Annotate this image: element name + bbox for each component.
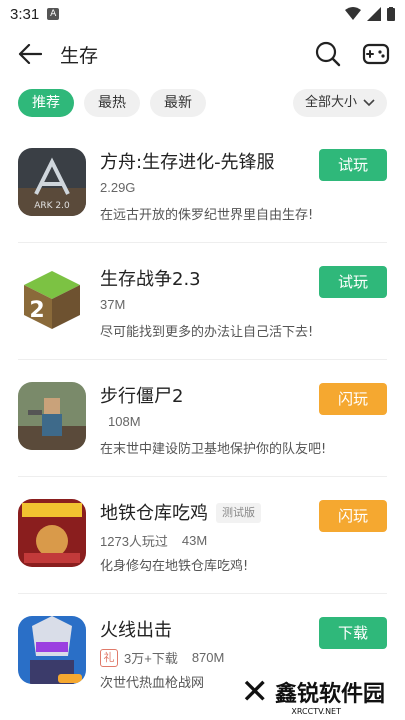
svg-text:2: 2 — [29, 298, 44, 323]
walking-zombie-icon — [18, 382, 86, 450]
game-meta: 1273人玩过 43M — [100, 533, 208, 549]
svg-text:ARK 2.0: ARK 2.0 — [34, 201, 70, 211]
status-time: 3:31 — [10, 5, 40, 23]
search-icon — [315, 41, 341, 67]
gift-badge: 礼 — [100, 648, 118, 667]
battery-icon — [387, 7, 395, 21]
game-meta: 108M — [108, 414, 141, 429]
download-button[interactable]: 下载 — [319, 617, 387, 649]
flash-play-button[interactable]: 闪玩 — [319, 383, 387, 415]
wifi-icon — [345, 7, 361, 20]
back-button[interactable] — [14, 38, 46, 70]
play-button[interactable]: 试玩 — [319, 149, 387, 181]
page-title: 生存 — [60, 44, 99, 67]
game-name: 火线出击 — [100, 620, 172, 641]
game-meta: 37M — [100, 297, 126, 312]
fire-strike-icon — [18, 616, 86, 684]
game-name: 步行僵尸2 — [100, 386, 184, 407]
list-item[interactable]: ARK 2.0 方舟:生存进化-先锋服 2.29G 在远古开放的侏罗纪世界里自由… — [18, 126, 387, 243]
notification-icon: A — [47, 8, 60, 20]
filter-chip-hot[interactable]: 最热 — [84, 89, 140, 117]
header-actions — [313, 39, 391, 69]
ark-icon: ARK 2.0 — [18, 148, 86, 216]
arrow-left-icon — [18, 44, 42, 64]
game-meta: 2.29G — [100, 180, 136, 195]
game-desc: 次世代热血枪战网 — [100, 676, 205, 691]
game-desc: 在远古开放的侏罗纪世界里自由生存! — [100, 208, 314, 223]
beta-tag: 测试版 — [216, 503, 261, 523]
play-button[interactable]: 试玩 — [319, 266, 387, 298]
flash-play-button[interactable]: 闪玩 — [319, 500, 387, 532]
game-desc: 化身修勾在地铁仓库吃鸡! — [100, 559, 249, 574]
x-logo-icon: ✕ — [240, 672, 269, 712]
game-list: ARK 2.0 方舟:生存进化-先锋服 2.29G 在远古开放的侏罗纪世界里自由… — [0, 126, 405, 711]
game-name: 方舟:生存进化-先锋服 — [100, 152, 275, 173]
filter-chip-new[interactable]: 最新 — [150, 89, 206, 117]
filter-bar: 推荐 最热 最新 全部大小 — [0, 88, 405, 118]
gamepad-icon — [362, 43, 390, 65]
watermark-subtext: XRCCTV.NET — [291, 707, 341, 716]
game-meta: 礼 3万+下载 870M — [100, 648, 224, 667]
watermark-text: 鑫锐软件园 — [274, 682, 385, 707]
gamepad-button[interactable] — [361, 39, 391, 69]
dog-game-icon — [18, 499, 86, 567]
game-desc: 尽可能找到更多的办法让自己活下去! — [100, 325, 314, 340]
list-item[interactable]: 2 生存战争2.3 37M 尽可能找到更多的办法让自己活下去! 试玩 — [18, 243, 387, 360]
status-icons — [345, 7, 395, 21]
list-item[interactable]: 步行僵尸2 108M 在末世中建设防卫基地保护你的队友吧! 闪玩 — [18, 360, 387, 477]
signal-icon — [367, 7, 381, 21]
size-filter-label: 全部大小 — [304, 95, 357, 110]
game-desc: 在末世中建设防卫基地保护你的队友吧! — [100, 442, 327, 457]
size-filter-dropdown[interactable]: 全部大小 — [292, 89, 387, 117]
top-app-bar: 生存 — [0, 28, 405, 80]
game-name: 地铁仓库吃鸡 测试版 — [100, 499, 261, 525]
list-item[interactable]: 地铁仓库吃鸡 测试版 1273人玩过 43M 化身修勾在地铁仓库吃鸡! 闪玩 — [18, 477, 387, 594]
filter-chip-recommend[interactable]: 推荐 — [18, 89, 74, 117]
status-bar: 3:31 A — [0, 0, 405, 28]
watermark-logo: ✕ 鑫锐软件园 XRCCTV.NET — [240, 672, 385, 716]
game-name: 生存战争2.3 — [100, 269, 201, 290]
chevron-down-icon — [363, 99, 375, 107]
search-button[interactable] — [313, 39, 343, 69]
survivalcraft-icon: 2 — [18, 265, 86, 333]
